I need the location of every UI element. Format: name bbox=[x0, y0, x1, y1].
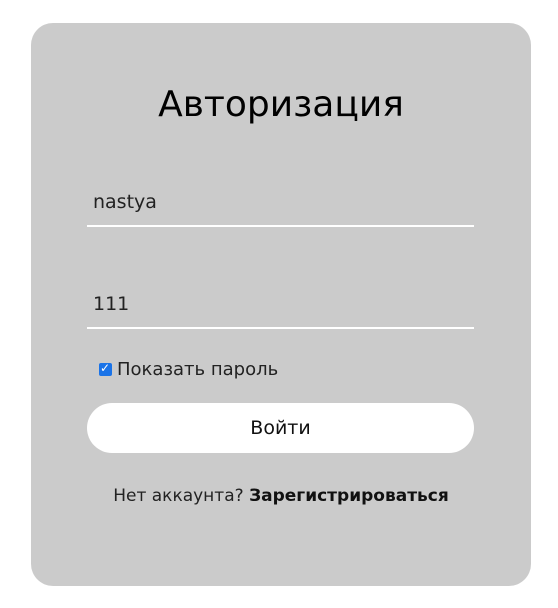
checkmark-icon: ✓ bbox=[100, 360, 111, 375]
register-prompt: Нет аккаунта? Зарегистрироваться bbox=[31, 486, 531, 506]
page-title: Авторизация bbox=[158, 84, 404, 125]
login-input[interactable] bbox=[93, 187, 463, 217]
no-account-text: Нет аккаунта? bbox=[113, 486, 244, 506]
login-button[interactable]: Войти bbox=[87, 403, 474, 453]
login-field-container bbox=[87, 179, 474, 227]
show-password-toggle[interactable]: ✓ Показать пароль bbox=[99, 358, 278, 380]
password-field-container bbox=[87, 281, 474, 329]
show-password-label: Показать пароль bbox=[117, 358, 279, 380]
password-input[interactable] bbox=[93, 289, 463, 319]
show-password-checkbox[interactable]: ✓ bbox=[99, 360, 112, 376]
register-link[interactable]: Зарегистрироваться bbox=[249, 486, 449, 506]
login-card: Авторизация ✓ Показать пароль Войти Нет … bbox=[31, 23, 531, 586]
